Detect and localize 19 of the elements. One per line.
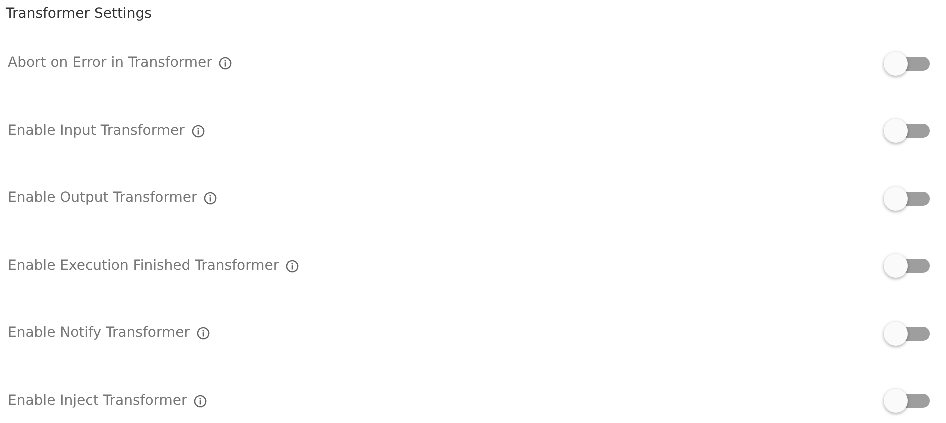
toggle-switch[interactable] <box>884 389 930 414</box>
setting-label: Enable Output Transformer <box>8 189 198 208</box>
toggle-switch[interactable] <box>884 322 930 346</box>
info-icon[interactable] <box>194 394 208 408</box>
toggle-switch[interactable] <box>884 119 930 144</box>
info-icon[interactable] <box>196 327 210 340</box>
setting-label: Enable Execution Finished Transformer <box>8 256 280 276</box>
toggle-switch[interactable] <box>884 52 930 76</box>
info-icon[interactable] <box>286 260 300 273</box>
setting-label: Enable Input Transformer <box>8 122 185 141</box>
setting-label: Abort on Error in Transformer <box>8 54 212 74</box>
setting-label: Enable Inject Transformer <box>8 392 188 411</box>
info-icon[interactable] <box>204 192 218 206</box>
toggle-switch[interactable] <box>884 254 930 278</box>
toggle-switch[interactable] <box>884 186 930 211</box>
info-icon[interactable] <box>192 124 205 138</box>
section-title: Transformer Settings <box>6 6 152 22</box>
info-icon[interactable] <box>219 57 232 70</box>
setting-label: Enable Notify Transformer <box>8 324 190 344</box>
